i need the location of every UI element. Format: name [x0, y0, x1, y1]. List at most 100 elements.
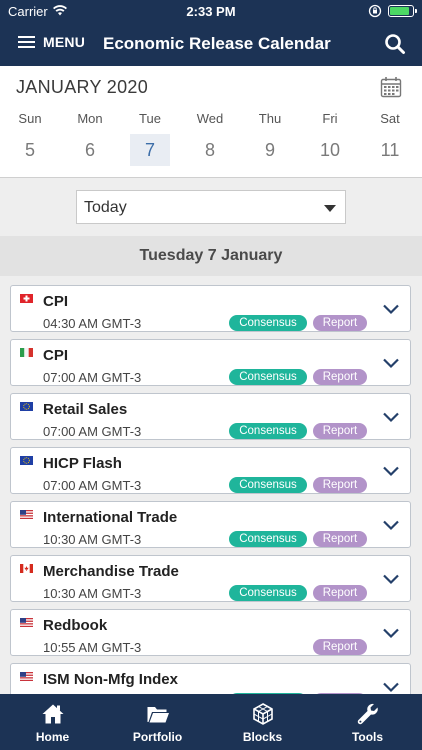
usa-flag-icon	[20, 618, 33, 627]
consensus-badge[interactable]: Consensus	[229, 585, 307, 601]
event-time: 07:00 AM GMT-3	[43, 370, 142, 385]
report-badge[interactable]: Report	[313, 585, 367, 601]
event-list: CPI 04:30 AM GMT-3 Consensus Report CPI 07:00…	[0, 276, 422, 694]
event-name: Redbook	[43, 617, 108, 634]
day-sun[interactable]: Sun 5	[10, 110, 50, 166]
chevron-down-icon[interactable]	[382, 408, 400, 426]
day-name: Thu	[258, 111, 282, 126]
event-time: 10:55 AM GMT-3	[43, 640, 142, 655]
day-name: Tue	[139, 111, 161, 126]
tab-bar: Home Portfolio Blocks Tools	[0, 694, 422, 750]
day-name: Mon	[77, 111, 103, 126]
usa-flag-icon	[20, 510, 33, 519]
event-time: 10:30 AM GMT-3	[43, 586, 142, 601]
event-time: 04:30 AM GMT-3	[43, 316, 142, 331]
day-strip: Sun 5 Mon 6 Tue 7 Wed 8 Thu 9 Fri 10 Sat…	[0, 110, 422, 170]
tab-tools[interactable]: Tools	[315, 694, 420, 750]
switzerland-flag-icon	[20, 294, 33, 303]
day-tue[interactable]: Tue 7	[130, 110, 170, 166]
chevron-down-icon[interactable]	[382, 354, 400, 372]
blocks-icon	[253, 703, 273, 725]
report-badge[interactable]: Report	[313, 639, 367, 655]
event-name: HICP Flash	[43, 455, 122, 472]
event-row[interactable]: Merchandise Trade 10:30 AM GMT-3 Consensus…	[10, 555, 411, 602]
folder-icon	[147, 707, 169, 723]
report-badge[interactable]: Report	[313, 477, 367, 493]
day-fri[interactable]: Fri 10	[310, 110, 350, 166]
caret-down-icon	[324, 205, 336, 212]
day-number: 8	[204, 140, 215, 160]
consensus-badge[interactable]: Consensus	[229, 477, 307, 493]
month-label: JANUARY 2020	[16, 77, 149, 97]
event-name: Merchandise Trade	[43, 563, 179, 580]
chevron-down-icon[interactable]	[382, 300, 400, 318]
chevron-down-icon[interactable]	[382, 516, 400, 534]
usa-flag-icon	[20, 672, 33, 681]
chevron-down-icon[interactable]	[382, 624, 400, 642]
report-badge[interactable]: Report	[313, 369, 367, 385]
day-name: Sun	[18, 111, 42, 126]
event-row[interactable]: Redbook 10:55 AM GMT-3 Report	[10, 609, 411, 656]
event-row[interactable]: Retail Sales 07:00 AM GMT-3 Consensus Repor…	[10, 393, 411, 440]
day-number: 5	[24, 140, 35, 160]
consensus-badge[interactable]: Consensus	[229, 531, 307, 547]
day-number: 9	[264, 140, 275, 160]
day-sat[interactable]: Sat 11	[370, 110, 410, 166]
event-row[interactable]: CPI 07:00 AM GMT-3 Consensus Report	[10, 339, 411, 386]
tab-blocks[interactable]: Blocks	[210, 694, 315, 750]
consensus-badge[interactable]: Consensus	[229, 423, 307, 439]
chevron-down-icon[interactable]	[382, 462, 400, 480]
tab-label: Home	[35, 730, 70, 744]
day-name: Fri	[322, 111, 338, 126]
search-icon[interactable]	[384, 33, 406, 55]
nav-bar: MENU Economic Release Calendar	[0, 22, 422, 66]
tab-label: Portfolio	[132, 730, 183, 744]
eu-flag-icon	[20, 456, 33, 465]
report-badge[interactable]: Report	[313, 423, 367, 439]
consensus-badge[interactable]: Consensus	[229, 315, 307, 331]
day-name: Sat	[380, 111, 400, 126]
day-number: 7	[130, 134, 170, 166]
page-title: Economic Release Calendar	[103, 34, 331, 53]
canada-flag-icon	[20, 564, 33, 573]
eu-flag-icon	[20, 402, 33, 411]
event-row[interactable]: International Trade 10:30 AM GMT-3 Consens…	[10, 501, 411, 548]
event-row[interactable]: CPI 04:30 AM GMT-3 Consensus Report	[10, 285, 411, 332]
calendar-icon[interactable]	[380, 76, 402, 98]
day-number: 6	[84, 140, 95, 160]
day-thu[interactable]: Thu 9	[250, 110, 290, 166]
home-icon	[42, 704, 64, 724]
event-time: 10:30 AM GMT-3	[43, 532, 142, 547]
battery-icon	[388, 5, 417, 17]
consensus-badge[interactable]: Consensus	[229, 369, 307, 385]
status-time: 2:33 PM	[186, 4, 236, 19]
period-select[interactable]: Today	[76, 190, 346, 224]
tab-label: Tools	[351, 730, 384, 744]
event-name: International Trade	[43, 509, 178, 526]
event-name: ISM Non-Mfg Index	[43, 671, 178, 688]
orientation-lock-icon	[368, 4, 382, 18]
event-time: 07:00 AM GMT-3	[43, 478, 142, 493]
date-header: Tuesday 7 January	[0, 236, 422, 276]
event-name: Retail Sales	[43, 401, 128, 418]
tab-home[interactable]: Home	[0, 694, 105, 750]
hamburger-icon	[18, 35, 35, 49]
event-name: CPI	[43, 293, 69, 310]
event-row[interactable]: HICP Flash 07:00 AM GMT-3 Consensus Report	[10, 447, 411, 494]
period-select-value: Today	[84, 199, 127, 216]
day-mon[interactable]: Mon 6	[70, 110, 110, 166]
tab-label: Blocks	[242, 730, 283, 744]
tab-portfolio[interactable]: Portfolio	[105, 694, 210, 750]
menu-label: MENU	[43, 34, 86, 50]
event-row[interactable]: ISM Non-Mfg Index12:00 PM GMT-3Consensus…	[10, 663, 411, 694]
report-badge[interactable]: Report	[313, 315, 367, 331]
status-bar: Carrier 2:33 PM	[0, 0, 422, 22]
chevron-down-icon[interactable]	[382, 570, 400, 588]
day-wed[interactable]: Wed 8	[190, 110, 230, 166]
event-time: 07:00 AM GMT-3	[43, 424, 142, 439]
week-calendar: JANUARY 2020 Sun 5 Mon 6 Tue 7 Wed 8 Thu	[0, 66, 422, 178]
chevron-down-icon[interactable]	[382, 678, 400, 694]
day-number: 11	[380, 140, 400, 160]
report-badge[interactable]: Report	[313, 531, 367, 547]
menu-button[interactable]: MENU	[18, 34, 85, 50]
